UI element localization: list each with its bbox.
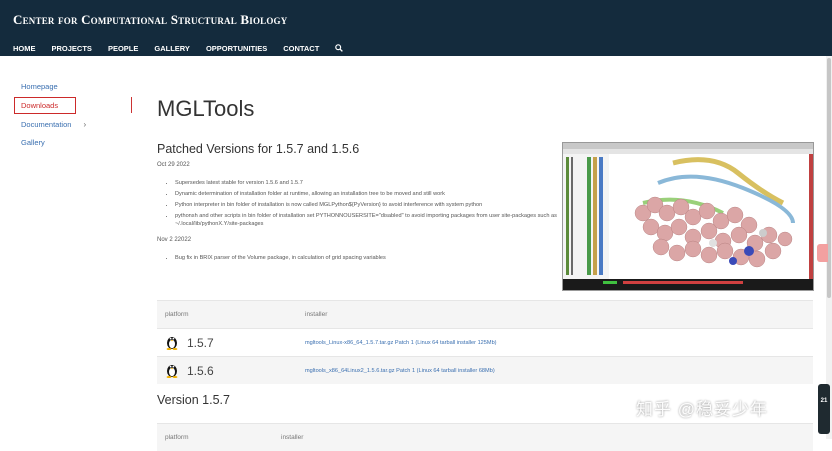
linux-tux-icon: [165, 362, 179, 380]
main-nav: HOME PROJECTS PEOPLE GALLERY OPPORTUNITI…: [13, 42, 343, 54]
installer-header: installer: [273, 424, 813, 451]
installer-header: installer: [297, 301, 813, 329]
watermark-text: 知乎 @稳妥少年: [636, 395, 768, 420]
nav-opportunities[interactable]: OPPORTUNITIES: [206, 44, 267, 53]
patched-section-title: Patched Versions for 1.5.7 and 1.5.6: [157, 142, 359, 156]
sidebar: Homepage Downloads Documentation › Galler…: [14, 78, 134, 153]
nav-projects[interactable]: PROJECTS: [52, 44, 92, 53]
scrollbar-thumb[interactable]: [827, 58, 831, 298]
sidebar-item-homepage[interactable]: Homepage: [14, 78, 134, 94]
widget-number: 21: [818, 398, 830, 404]
nav-people[interactable]: PEOPLE: [108, 44, 138, 53]
platform-header: platform: [157, 301, 297, 329]
site-title[interactable]: Center for Computational Structural Biol…: [13, 12, 287, 28]
patch-notes-1: Supersedes latest stable for version 1.5…: [163, 180, 560, 232]
list-item: Bug fix in BRIX parser of the Volume pac…: [175, 255, 560, 263]
floating-widget-tab[interactable]: [817, 244, 828, 262]
table-header-row: platform installer: [157, 424, 813, 451]
mgltools-screenshot-image: [562, 142, 814, 291]
downloads-table-patched: platform installer 1.5.7 mgltools_Linux-…: [157, 300, 813, 384]
list-item: pythonsh and other scripts in bin folder…: [175, 213, 560, 228]
page-title: MGLTools: [157, 96, 254, 122]
version-number: 1.5.7: [187, 336, 214, 350]
platform-header: platform: [157, 424, 273, 451]
sidebar-item-label: Downloads: [21, 101, 58, 110]
sidebar-item-downloads[interactable]: Downloads: [14, 97, 76, 114]
sidebar-item-gallery[interactable]: Gallery: [14, 135, 134, 151]
nav-contact[interactable]: CONTACT: [283, 44, 319, 53]
downloads-table-157: platform installer: [157, 423, 813, 451]
version-number: 1.5.6: [187, 364, 214, 378]
floating-widget-panel[interactable]: 21: [818, 384, 830, 434]
sidebar-item-label: Documentation: [21, 120, 71, 129]
sidebar-item-label: Gallery: [21, 138, 45, 147]
sidebar-item-documentation[interactable]: Documentation ›: [14, 116, 134, 132]
search-icon[interactable]: [335, 44, 343, 52]
table-header-row: platform installer: [157, 301, 813, 329]
table-row: 1.5.6 mgltools_x86_64Linux2_1.5.6.tar.gz…: [157, 357, 813, 385]
sidebar-item-label: Homepage: [21, 82, 58, 91]
patch-date-2: Nov 2 22022: [157, 237, 191, 243]
nav-home[interactable]: HOME: [13, 44, 36, 53]
download-link-157[interactable]: mgltools_Linux-x86_64_1.5.7.tar.gz Patch…: [305, 340, 497, 346]
chevron-right-icon[interactable]: ›: [83, 120, 86, 129]
nav-gallery[interactable]: GALLERY: [154, 44, 190, 53]
list-item: Python interpreter in bin folder of inst…: [175, 202, 560, 210]
list-item: Dynamic determination of installation fo…: [175, 191, 560, 199]
active-indicator: [131, 97, 132, 113]
top-header: Center for Computational Structural Biol…: [0, 0, 832, 56]
version-section-title: Version 1.5.7: [157, 393, 230, 407]
table-row: 1.5.7 mgltools_Linux-x86_64_1.5.7.tar.gz…: [157, 329, 813, 357]
patch-notes-2: Bug fix in BRIX parser of the Volume pac…: [163, 255, 560, 266]
download-link-156[interactable]: mgltools_x86_64Linux2_1.5.6.tar.gz Patch…: [305, 368, 495, 374]
linux-tux-icon: [165, 334, 179, 352]
patch-date-1: Oct 29 2022: [157, 162, 190, 168]
list-item: Supersedes latest stable for version 1.5…: [175, 180, 560, 188]
